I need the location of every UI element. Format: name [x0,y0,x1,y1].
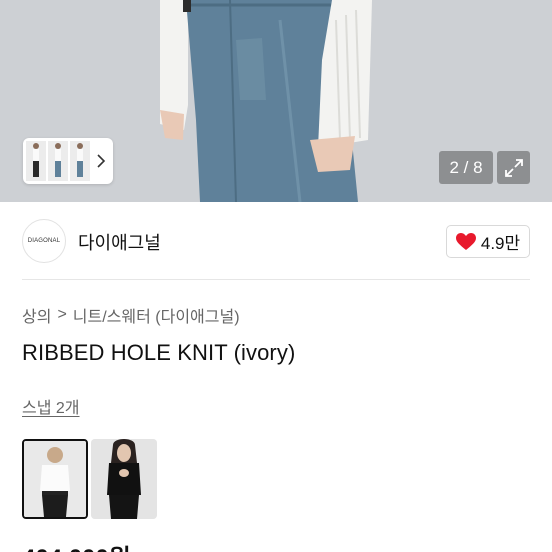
image-counter: 2 / 8 [439,151,493,184]
gallery-thumbnail-strip[interactable] [23,138,113,184]
breadcrumb-subcategory[interactable]: 니트/스웨터 (다이애그널) [73,303,240,327]
snaps-link[interactable]: 스냅 2개 [22,394,80,418]
like-button[interactable]: 4.9만 [446,225,530,258]
variant-thumbnail-black[interactable] [91,439,157,519]
breadcrumb-category[interactable]: 상의 [22,303,51,327]
shop-logo[interactable]: DIAGONAL [22,219,66,263]
heart-icon [455,232,476,250]
shop-info-row: DIAGONAL 다이애그널 4.9만 [0,202,552,280]
chevron-right-icon[interactable] [92,154,110,168]
gallery-thumbnail[interactable] [48,141,68,181]
product-price: 404,000원 [22,538,131,552]
gallery-thumbnail[interactable] [26,141,46,181]
divider [22,279,530,280]
gallery-thumbnail[interactable] [70,141,90,181]
expand-icon [504,158,523,177]
like-count: 4.9만 [480,234,521,253]
fullscreen-button[interactable] [497,151,530,184]
breadcrumb-separator: > [57,306,67,323]
product-title: RIBBED HOLE KNIT (ivory) [22,340,296,365]
shop-name[interactable]: 다이애그널 [78,229,161,255]
breadcrumb: 상의 > 니트/스웨터 (다이애그널) [22,303,240,327]
variant-thumbnail-ivory[interactable] [22,439,88,519]
shop-logo-text: DIAGONAL [27,238,61,244]
product-image-gallery[interactable]: 2 / 8 [0,0,552,202]
